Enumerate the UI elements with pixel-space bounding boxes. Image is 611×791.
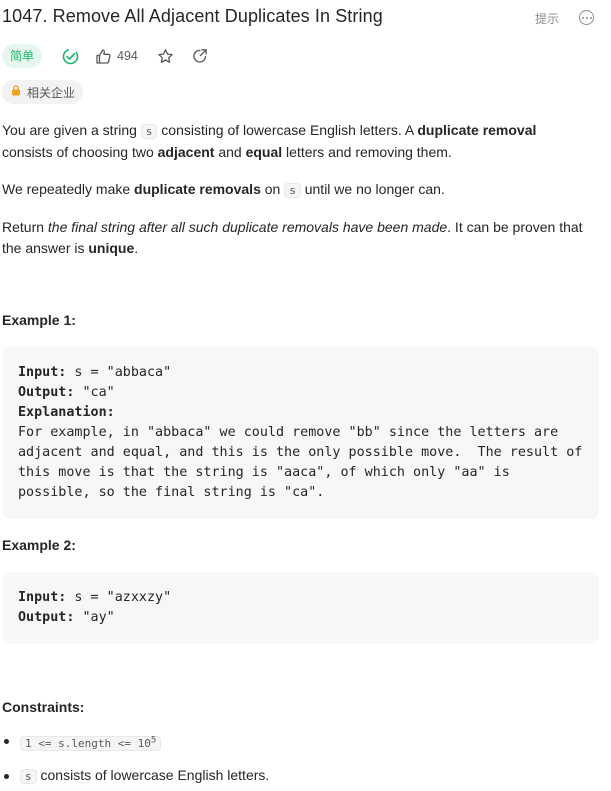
- like-count: 494: [117, 49, 138, 63]
- share-icon[interactable]: [192, 48, 208, 64]
- example-2-title: Example 2:: [2, 537, 76, 553]
- difficulty-badge: 简单: [2, 44, 43, 68]
- inline-code: s: [140, 124, 158, 139]
- example-2-block: Input: s = "azxxzy" Output: "ay": [2, 572, 599, 644]
- lock-icon: [11, 85, 21, 99]
- problem-meta-row: 简单 494: [2, 43, 208, 69]
- constraints-title: Constraints:: [2, 699, 85, 715]
- description-paragraph-1: You are given a string s consisting of l…: [2, 122, 537, 160]
- inline-code: s: [20, 768, 37, 784]
- inline-code: 1 <= s.length <= 105: [20, 735, 162, 751]
- problem-description: You are given a string s consisting of l…: [2, 120, 598, 259]
- hint-button[interactable]: 提示: [535, 10, 559, 27]
- thumbs-up-icon: [95, 48, 112, 65]
- constraint-item: s consists of lowercase English letters.: [2, 765, 592, 787]
- solved-check-icon: [62, 48, 79, 65]
- more-options-icon[interactable]: [579, 10, 594, 25]
- problem-title: 1047. Remove All Adjacent Duplicates In …: [2, 6, 383, 26]
- like-button[interactable]: 494: [95, 48, 138, 65]
- favorite-star-icon[interactable]: [157, 48, 174, 65]
- related-companies-tag[interactable]: 相关企业: [2, 80, 84, 104]
- example-1-block: Input: s = "abbaca" Output: "ca" Explana…: [2, 347, 599, 519]
- example-1-title: Example 1:: [2, 312, 76, 328]
- inline-code: s: [284, 183, 301, 198]
- tag-label: 相关企业: [27, 85, 76, 100]
- constraints-list: 1 <= s.length <= 105 s consists of lower…: [2, 730, 592, 787]
- description-paragraph-2: We repeatedly make duplicate removals on…: [2, 181, 445, 198]
- constraint-item: 1 <= s.length <= 105: [2, 730, 592, 754]
- description-paragraph-3: Return the final string after all such d…: [2, 219, 583, 256]
